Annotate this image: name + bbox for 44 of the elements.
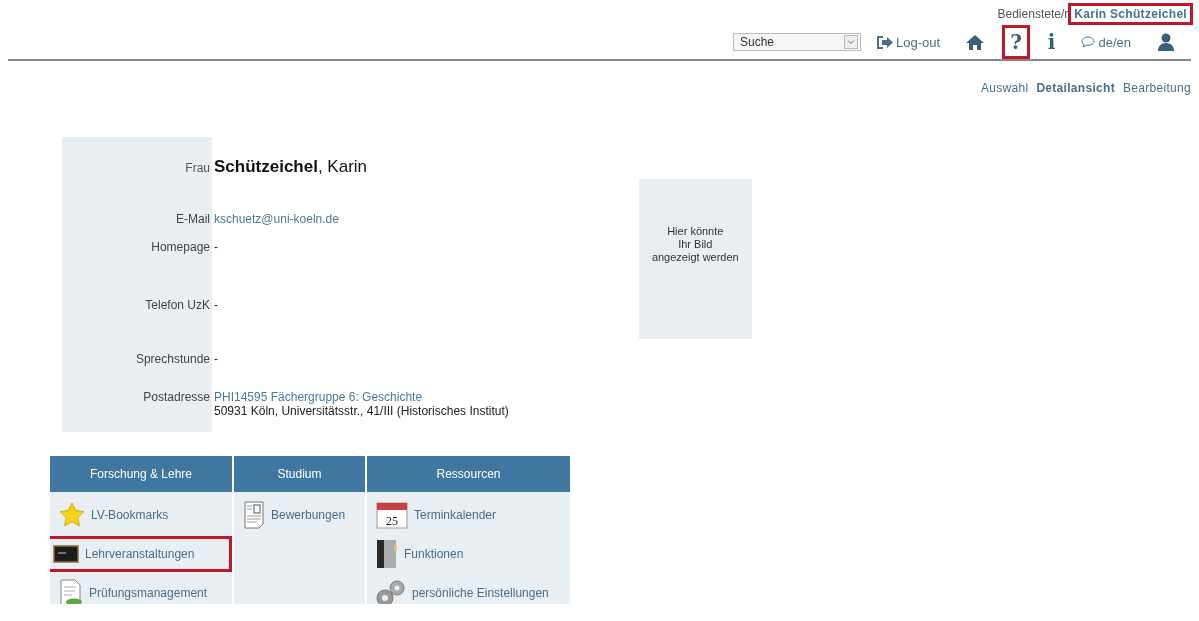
menu-heading: Ressourcen [367, 456, 570, 492]
person-name: Schützeichel, Karin [214, 156, 369, 177]
home-icon [966, 34, 985, 50]
logout-icon [877, 35, 894, 49]
menu-item[interactable]: persönliche Einstellungen [367, 575, 570, 604]
user-name: Karin Schützeichel [1068, 3, 1193, 25]
field-label: Postadresse [142, 390, 210, 404]
field-label: E-Mail [175, 212, 210, 226]
email-link[interactable]: kschuetz@uni-koeln.de [214, 212, 509, 226]
document-icon [243, 501, 265, 529]
chalkboard-icon [53, 545, 79, 563]
role-label: Bedienstete/r [997, 7, 1069, 21]
menu-item[interactable]: Lehrveranstaltungen [50, 536, 232, 572]
calendar-icon: 25 [376, 501, 408, 529]
menu-item[interactable]: Funktionen [367, 536, 570, 572]
field-value: - [214, 298, 219, 312]
field-label: Sprechstunde [134, 352, 210, 366]
exam-document-icon [59, 579, 83, 604]
field-label: Homepage [150, 240, 210, 254]
logout-link[interactable]: Log-out [869, 29, 949, 55]
field-label: Telefon UzK [144, 298, 210, 312]
view-tab[interactable]: Detailansicht [1036, 81, 1115, 95]
user-icon [1157, 33, 1175, 51]
search-select[interactable]: Suche [733, 33, 861, 51]
menu-item[interactable]: LV-Bookmarks [50, 497, 232, 533]
menu-heading: Forschung & Lehre [50, 456, 232, 492]
field-value: PHI14595 Fächergruppe 6: Geschichte [214, 390, 424, 404]
help-button[interactable]: ? [1002, 25, 1030, 59]
menu-item[interactable]: Bewerbungen [234, 497, 365, 533]
field-value: 50931 Köln, Universitätsstr., 41/III (Historisches Institut) [214, 404, 509, 418]
speech-bubble-icon [1081, 36, 1096, 48]
view-tab[interactable]: Auswahl [980, 81, 1029, 95]
language-link[interactable]: de/en [1073, 29, 1139, 55]
menu-heading: Studium [234, 456, 365, 492]
menu-item[interactable]: Prüfungsmanagement [50, 575, 232, 604]
salutation: Frau [184, 160, 210, 175]
view-tab[interactable]: Bearbeitung [1122, 81, 1191, 95]
binder-icon [376, 539, 398, 569]
image-frame: Hier könnte Ihr Bild angezeigt werden [638, 179, 752, 339]
menu-item[interactable]: 25 Terminkalender [367, 497, 570, 533]
info-button[interactable]: i [1039, 25, 1064, 59]
field-value: - [214, 240, 219, 254]
star-icon [59, 502, 85, 528]
field-value: - [214, 352, 219, 366]
